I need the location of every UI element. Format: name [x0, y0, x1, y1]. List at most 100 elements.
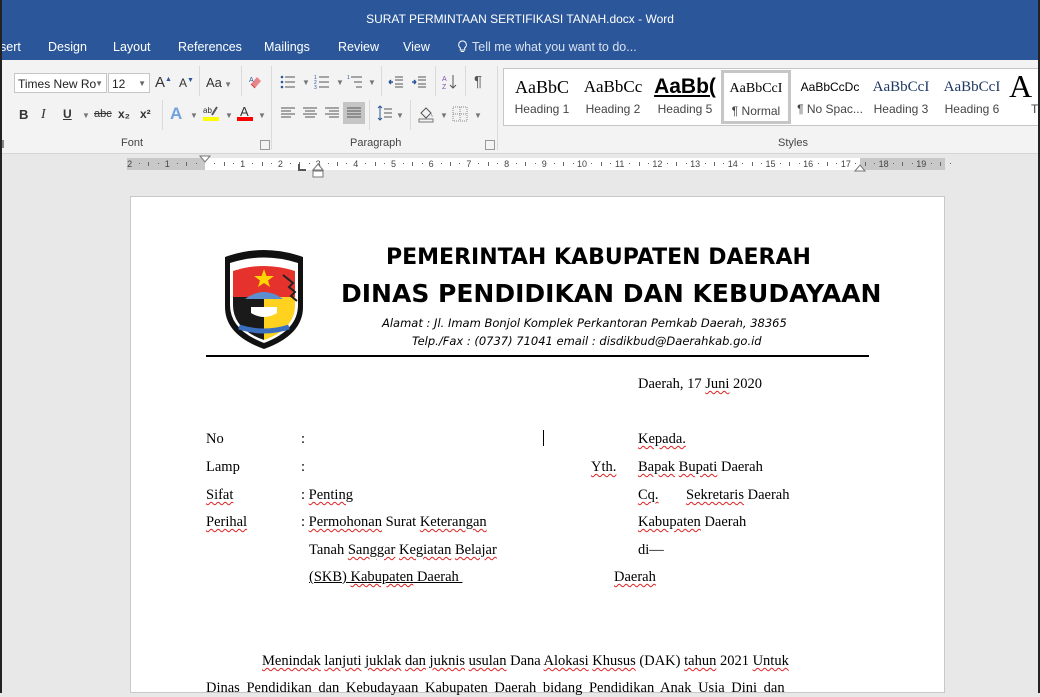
line-spacing-icon[interactable] [377, 105, 393, 124]
font-name-combo[interactable]: Times New Ro ▼ [14, 73, 107, 93]
grow-font-icon[interactable]: A▲ [155, 74, 172, 91]
tell-me-search[interactable]: Tell me what you want to do... [457, 40, 637, 54]
font-dialog-launcher[interactable] [260, 140, 270, 150]
borders-icon[interactable] [452, 106, 468, 125]
align-left-button[interactable] [280, 106, 296, 123]
ribbon: Times New Ro ▼ 12 ▼ A▲ A▼ Aa ▼ A B I U ▼ a… [0, 60, 1040, 154]
chevron-down-icon: ▼ [95, 79, 103, 88]
clear-formatting-icon[interactable]: A [248, 74, 264, 93]
ruler-tick [261, 162, 263, 166]
ruler-dot [176, 163, 178, 164]
hanging-indent-marker[interactable] [312, 163, 324, 178]
tab-design[interactable]: Design [48, 40, 87, 54]
style-preview: AaBb( [654, 75, 716, 98]
horizontal-ruler[interactable]: 2112345678910111213141516171819 [127, 158, 951, 170]
style-title[interactable]: A T [1009, 69, 1040, 125]
ruler-tick [902, 162, 904, 166]
multilevel-list-icon[interactable]: 1 [347, 74, 363, 93]
style-preview: AaBbCcDc [800, 80, 860, 94]
underline-dropdown[interactable]: ▼ [82, 111, 90, 120]
ruler-tick [638, 162, 640, 166]
style-name: Heading 5 [657, 102, 713, 116]
chevron-down-icon[interactable]: ▼ [225, 111, 233, 120]
justify-button[interactable] [343, 102, 365, 124]
tab-review[interactable]: Review [338, 40, 379, 54]
highlight-color-button[interactable]: ab [202, 104, 220, 125]
ribbon-tabs: sert Design Layout References Mailings R… [0, 38, 1040, 60]
chevron-down-icon[interactable]: ▼ [302, 78, 310, 87]
underline-button[interactable]: U [63, 107, 72, 121]
first-line-indent-marker[interactable] [199, 155, 211, 163]
ruler-label: 11 [615, 159, 625, 169]
ruler-label: 16 [803, 159, 814, 169]
subscript-button[interactable]: x₂ [118, 107, 130, 121]
tab-layout[interactable]: Layout [113, 40, 151, 54]
chevron-down-icon[interactable]: ▼ [258, 111, 266, 120]
svg-text:A: A [240, 104, 249, 119]
show-formatting-marks-icon[interactable]: ¶ [474, 73, 482, 90]
style-heading-1[interactable]: AaBbC Heading 1 [507, 69, 577, 125]
superscript-button[interactable]: x² [140, 107, 151, 121]
tab-mailings[interactable]: Mailings [264, 40, 310, 54]
style-no-spacing[interactable]: AaBbCcDc ¶ No Spac... [794, 69, 866, 125]
italic-button[interactable]: I [41, 107, 46, 123]
bullets-icon[interactable] [280, 74, 296, 93]
change-case-button[interactable]: Aa ▼ [206, 75, 232, 90]
font-color-button[interactable]: A [236, 104, 254, 125]
ruler-tick [525, 162, 527, 166]
text-effects-icon[interactable]: A [170, 104, 182, 124]
sort-icon[interactable]: AZ [442, 73, 458, 94]
ruler-dot [817, 163, 819, 164]
style-heading-2[interactable]: AaBbCc Heading 2 [578, 69, 648, 125]
shrink-font-icon[interactable]: A▼ [179, 76, 194, 90]
document-page[interactable]: PEMERINTAH KABUPATEN DAERAH DINAS PENDID… [130, 196, 945, 696]
ruler-label: 9 [541, 159, 547, 169]
ruler-tick [713, 162, 715, 166]
ruler-dot [459, 163, 461, 164]
ruler-dot [365, 163, 367, 164]
shading-icon[interactable] [418, 105, 436, 126]
chevron-down-icon[interactable]: ▼ [336, 78, 344, 87]
ruler-tick [223, 162, 225, 166]
tab-references[interactable]: References [178, 40, 242, 54]
tab-view[interactable]: View [403, 40, 430, 54]
align-center-button[interactable] [302, 106, 318, 123]
style-preview: A [1009, 69, 1033, 99]
chevron-down-icon[interactable]: ▼ [440, 111, 448, 120]
chevron-down-icon[interactable]: ▼ [474, 111, 482, 120]
chevron-down-icon[interactable]: ▼ [396, 111, 404, 120]
increase-indent-icon[interactable] [411, 74, 427, 93]
style-heading-5[interactable]: AaBb( Heading 5 [650, 69, 720, 125]
style-name: Heading 2 [585, 102, 641, 116]
decrease-indent-icon[interactable] [388, 74, 404, 93]
style-preview: AaBbCc [583, 77, 643, 96]
chevron-down-icon[interactable]: ▼ [190, 111, 198, 120]
chevron-down-icon[interactable]: ▼ [368, 78, 376, 87]
style-heading-3[interactable]: AaBbCcI Heading 3 [866, 69, 936, 125]
field-label-lamp: Lamp [206, 459, 240, 475]
right-indent-marker[interactable] [854, 163, 866, 172]
lightbulb-icon [458, 40, 467, 52]
change-case-label: Aa [206, 75, 222, 90]
ruler-label: 15 [765, 159, 776, 169]
ruler-tick [450, 162, 452, 166]
bold-button[interactable]: B [19, 107, 28, 122]
tab-stop-marker[interactable] [297, 164, 307, 172]
ruler-dot [798, 163, 800, 164]
recipient-cq: Cq. [638, 487, 659, 503]
ruler-label: 7 [466, 159, 472, 169]
ruler-tick [789, 162, 791, 166]
recipient-kepada: Kepada. [638, 431, 686, 447]
align-right-button[interactable] [324, 106, 340, 123]
style-normal[interactable]: AaBbCcI ¶ Normal [721, 70, 791, 124]
strikethrough-button[interactable]: abc [94, 108, 112, 120]
ruler-dot [346, 163, 348, 164]
style-heading-6[interactable]: AaBbCcI Heading 6 [937, 69, 1007, 125]
ruler-dot [723, 163, 725, 164]
numbering-icon[interactable]: 123 [314, 74, 330, 93]
paragraph-dialog-launcher[interactable] [485, 140, 495, 150]
field-label-sifat: Sifat [206, 487, 234, 503]
ruler-dot [666, 163, 668, 164]
tab-insert[interactable]: sert [0, 40, 21, 54]
font-size-combo[interactable]: 12 ▼ [108, 73, 150, 93]
